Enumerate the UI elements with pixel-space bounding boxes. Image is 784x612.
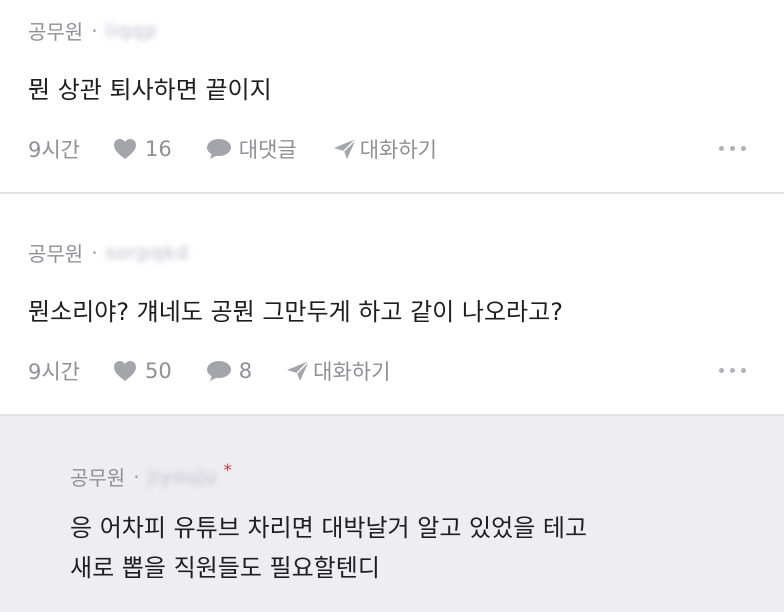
more-horizontal-icon[interactable]: [719, 146, 746, 151]
comment-text-line: 새로 뽑을 직원들도 필요할텐디: [70, 554, 380, 582]
like-count: 16: [145, 137, 172, 161]
dm-label: 대화하기: [359, 138, 437, 162]
comment-text: 뭔 상관 퇴사하면 끝이지: [28, 76, 272, 104]
dm-label: 대화하기: [313, 360, 391, 384]
dm-button[interactable]: 대화하기: [286, 356, 390, 386]
comment-2: 공무원 · sorpqkd 뭔소리야? 걔네도 공뭔 그만두게 하고 같이 나오…: [0, 194, 784, 414]
speech-bubble-icon: [206, 139, 231, 159]
reply-count: 8: [238, 359, 253, 383]
timestamp: 9시간: [28, 360, 81, 384]
comment-text: 응 어차피 유튜브 차리면 대박날거 알고 있었을 테고 새로 뽑을 직원들도 …: [70, 508, 587, 588]
heart-icon: [114, 139, 137, 159]
timestamp: 9시간: [28, 138, 81, 162]
like-button[interactable]: 16: [112, 137, 172, 161]
comment-text: 뭔소리야? 걔네도 공뭔 그만두게 하고 같이 나오라고?: [28, 298, 563, 326]
like-count: 50: [145, 359, 172, 383]
reply-label: 대댓글: [238, 138, 297, 162]
comment-meta: 공무원 · sorpqkd: [28, 238, 189, 267]
meta-separator: ·: [133, 464, 140, 489]
paper-plane-icon: [333, 138, 357, 159]
masked-username: liqqp: [105, 19, 158, 42]
meta-separator: ·: [91, 18, 98, 43]
comment-actions: 9시간 16 대댓글 대화하기: [28, 134, 437, 164]
reply-comment: 공무원 · jiyouju * 응 어차피 유튜브 차리면 대박날거 알고 있었…: [0, 416, 784, 612]
author-label[interactable]: 공무원: [28, 16, 83, 45]
meta-separator: ·: [91, 240, 98, 265]
author-marker: *: [223, 460, 232, 481]
masked-username: jiyouju: [147, 465, 218, 488]
like-button[interactable]: 50: [112, 359, 172, 383]
paper-plane-icon: [287, 360, 310, 381]
comment-text-line: 응 어차피 유튜브 차리면 대박날거 알고 있었을 테고: [70, 514, 588, 542]
dm-button[interactable]: 대화하기: [333, 134, 437, 164]
heart-icon: [114, 361, 137, 381]
comment-meta: 공무원 · jiyouju *: [70, 460, 232, 491]
comment-1: 공무원 · liqqp 뭔 상관 퇴사하면 끝이지 9시간 16 대댓글 대화하…: [0, 0, 784, 192]
comment-actions: 9시간 50 8 대화하기: [28, 356, 390, 386]
author-label[interactable]: 공무원: [28, 238, 83, 267]
reply-button[interactable]: 대댓글: [206, 134, 297, 164]
comment-meta: 공무원 · liqqp: [28, 16, 157, 45]
speech-bubble-icon: [206, 361, 231, 381]
author-label[interactable]: 공무원: [70, 462, 125, 491]
masked-username: sorpqkd: [105, 241, 190, 264]
more-horizontal-icon[interactable]: [719, 368, 746, 373]
reply-button[interactable]: 8: [206, 359, 252, 383]
